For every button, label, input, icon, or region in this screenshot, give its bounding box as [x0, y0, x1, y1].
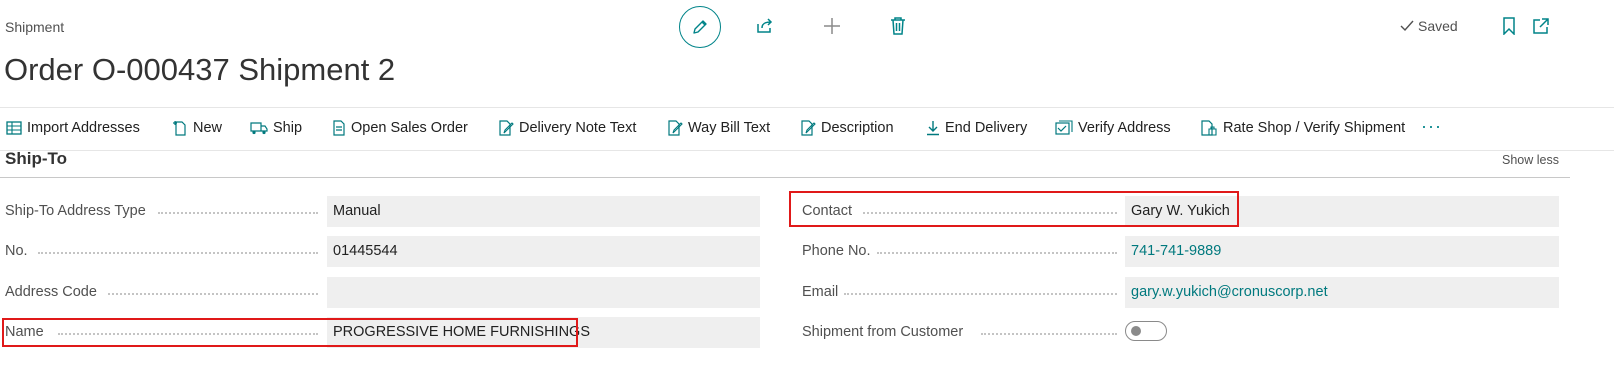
edit-document-icon: [499, 120, 514, 136]
section-divider: [0, 177, 1570, 178]
import-addresses-icon: [6, 121, 22, 135]
verify-address-icon: [1055, 120, 1073, 135]
open-sales-order-action[interactable]: Open Sales Order: [332, 120, 468, 136]
toggle-knob: [1131, 326, 1141, 336]
no-field: No. 01445544: [0, 236, 760, 267]
checkmark-icon: [1400, 20, 1414, 32]
delivery-note-text-action[interactable]: Delivery Note Text: [498, 120, 636, 136]
add-icon: [824, 18, 840, 34]
end-delivery-action[interactable]: End Delivery: [926, 120, 1027, 136]
delete-button[interactable]: [887, 15, 909, 37]
open-new-window-icon: [1533, 18, 1549, 34]
field-label: Shipment from Customer: [802, 324, 964, 340]
contact-highlight-box: [789, 191, 1239, 227]
ship-truck-icon: [250, 122, 268, 135]
download-arrow-icon: [927, 121, 939, 136]
field-label: Phone No.: [802, 243, 871, 259]
phone-no-field: Phone No. 741-741-9889: [797, 236, 1559, 267]
rate-shop-icon: [1201, 120, 1217, 136]
address-code-field: Address Code: [0, 277, 760, 308]
no-value[interactable]: 01445544: [327, 236, 760, 267]
delete-icon: [891, 17, 905, 35]
section-title: Ship-To: [5, 149, 67, 168]
new-action[interactable]: New: [172, 120, 222, 136]
email-value[interactable]: gary.w.yukich@cronuscorp.net: [1125, 277, 1559, 308]
edit-button[interactable]: [679, 6, 721, 48]
bookmark-icon: [1503, 17, 1515, 35]
import-addresses-action[interactable]: Import Addresses: [6, 120, 140, 136]
document-icon: [333, 120, 345, 136]
edit-icon: [693, 20, 707, 34]
new-document-icon: [173, 121, 186, 136]
rate-shop-verify-shipment-action[interactable]: Rate Shop / Verify Shipment: [1200, 120, 1405, 136]
ship-to-address-type-field: Ship-To Address Type Manual: [0, 196, 760, 227]
address-code-value[interactable]: [327, 277, 760, 308]
ship-action[interactable]: Ship: [250, 120, 302, 136]
share-button[interactable]: [754, 15, 776, 37]
bookmark-button[interactable]: [1499, 16, 1519, 36]
save-status: Saved: [1400, 18, 1458, 34]
edit-document-icon: [668, 120, 683, 136]
shipment-from-customer-toggle[interactable]: [1125, 321, 1167, 341]
way-bill-text-action[interactable]: Way Bill Text: [667, 120, 770, 136]
shipment-from-customer-field: Shipment from Customer: [797, 317, 1559, 348]
open-new-window-button[interactable]: [1530, 16, 1552, 36]
field-label: Ship-To Address Type: [5, 203, 146, 219]
share-icon: [757, 18, 773, 33]
page-title: Order O-000437 Shipment 2: [4, 52, 396, 87]
show-less-link[interactable]: Show less: [1502, 153, 1559, 167]
ship-to-address-type-value[interactable]: Manual: [327, 196, 760, 227]
field-label: No.: [5, 243, 28, 259]
phone-no-value[interactable]: 741-741-9889: [1125, 236, 1559, 267]
name-highlight-box: [2, 318, 578, 347]
field-label: Address Code: [5, 284, 97, 300]
edit-document-icon: [801, 120, 816, 136]
more-actions-button[interactable]: ···: [1421, 116, 1442, 137]
add-button[interactable]: [821, 15, 843, 37]
page-caption: Shipment: [5, 19, 65, 35]
email-field: Email gary.w.yukich@cronuscorp.net: [797, 277, 1559, 308]
description-action[interactable]: Description: [800, 120, 894, 136]
field-label: Email: [802, 284, 839, 300]
action-bar: Import Addresses New Ship Open Sales Ord…: [0, 107, 1614, 151]
verify-address-action[interactable]: Verify Address: [1055, 120, 1171, 136]
save-status-label: Saved: [1418, 18, 1458, 34]
